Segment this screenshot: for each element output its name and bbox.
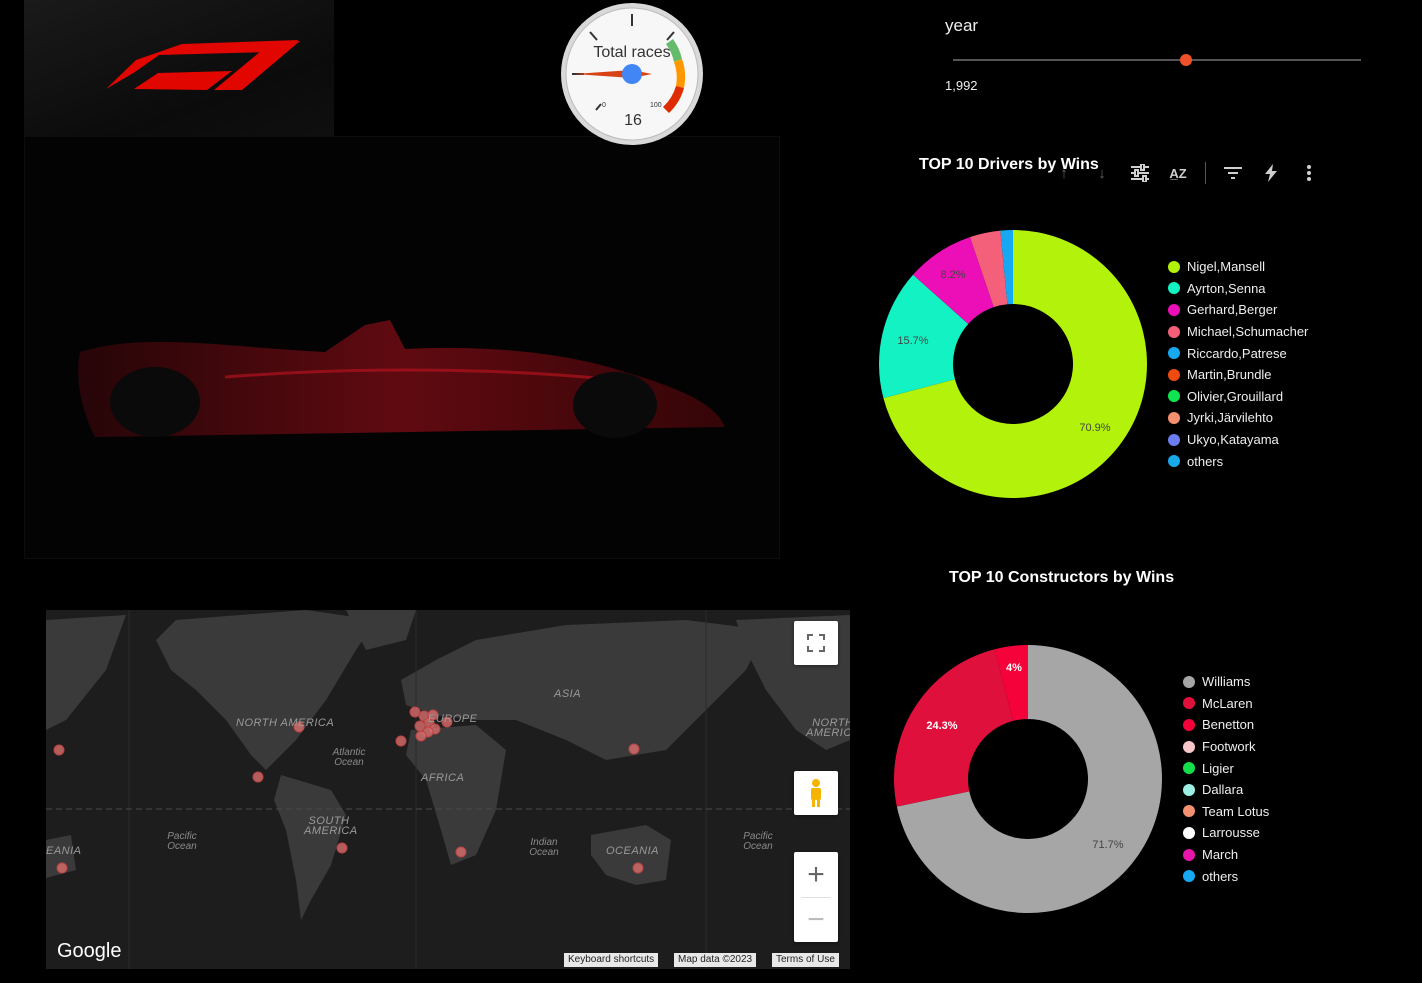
google-logo: Google (57, 940, 122, 962)
map-data-attribution: Map data ©2023 (674, 953, 757, 967)
gauge-value: 16 (624, 112, 642, 129)
legend-swatch (1168, 260, 1180, 273)
map-label: ASIA (554, 688, 582, 700)
gauge-label: Total races (593, 44, 670, 61)
legend-swatch (1168, 325, 1180, 338)
data-label: 70.9% (1079, 422, 1110, 434)
legend-item[interactable]: Footwork (1183, 736, 1269, 758)
map-label: AFRICA (421, 772, 465, 784)
filter-icon[interactable] (1214, 160, 1252, 186)
drivers-donut: 70.9% 15.7% 8.2% (879, 230, 1147, 498)
legend-swatch (1183, 740, 1195, 753)
race-locations-map[interactable]: NORTH AMERICA NORTH AMERICA SOUTH AMERIC… (46, 610, 850, 969)
year-slider-thumb[interactable] (1179, 54, 1192, 66)
toolbar-divider (1205, 162, 1206, 184)
legend-item[interactable]: March (1183, 844, 1269, 866)
arrow-up-icon[interactable]: ↑ (1045, 160, 1083, 186)
legend-swatch (1183, 848, 1195, 861)
more-vert-icon[interactable] (1290, 160, 1328, 186)
legend-swatch (1183, 762, 1195, 775)
data-label: 71.7% (1092, 839, 1123, 851)
data-label: 15.7% (897, 335, 928, 347)
race-car-silhouette (78, 320, 725, 438)
keyboard-shortcuts-link[interactable]: Keyboard shortcuts (564, 953, 659, 967)
legend-swatch (1168, 433, 1180, 446)
sort-az-icon[interactable]: A̲Z (1159, 160, 1197, 186)
constructors-chart-title: TOP 10 Constructors by Wins (949, 569, 1175, 586)
legend-item[interactable]: Ayrton,Senna (1168, 278, 1308, 300)
constructors-donut: 71.7% 24.3% 4% (894, 645, 1162, 913)
legend-item[interactable]: Ligier (1183, 757, 1269, 779)
pegman-icon (811, 779, 821, 807)
constructors-legend: Williams McLaren Benetton Footwork Ligie… (1183, 671, 1269, 887)
bolt-icon[interactable] (1252, 160, 1290, 186)
legend-item[interactable]: Team Lotus (1183, 801, 1269, 823)
legend-swatch (1168, 368, 1180, 381)
tune-icon[interactable] (1121, 160, 1159, 186)
legend-item[interactable]: Larrousse (1183, 822, 1269, 844)
fullscreen-button[interactable] (794, 621, 838, 665)
year-slider-label: year (945, 16, 979, 35)
map-label: EUROPE (428, 713, 478, 725)
legend-swatch (1183, 697, 1195, 710)
legend-item[interactable]: McLaren (1183, 693, 1269, 715)
legend-swatch (1183, 870, 1195, 883)
legend-item[interactable]: Gerhard,Berger (1168, 299, 1308, 321)
legend-swatch (1168, 390, 1180, 403)
chart-toolbar: ↑ ↓ A̲Z (1045, 160, 1328, 186)
data-label: 24.3% (926, 720, 957, 732)
data-label: 8.2% (940, 269, 965, 281)
hero-car-image (24, 136, 780, 559)
svg-text:0: 0 (602, 102, 606, 109)
legend-item[interactable]: Dallara (1183, 779, 1269, 801)
legend-item[interactable]: Ukyo,Katayama (1168, 429, 1308, 451)
zoom-out-icon[interactable]: − (794, 898, 838, 942)
legend-swatch (1168, 411, 1180, 424)
drivers-legend: Nigel,Mansell Ayrton,Senna Gerhard,Berge… (1168, 256, 1308, 472)
legend-swatch (1168, 282, 1180, 295)
legend-item[interactable]: others (1183, 865, 1269, 887)
terms-of-use-link[interactable]: Terms of Use (772, 953, 839, 967)
legend-item[interactable]: Martin,Brundle (1168, 364, 1308, 386)
map-label: SOUTH AMERICA (304, 815, 358, 837)
legend-swatch (1183, 805, 1195, 818)
legend-item[interactable]: Nigel,Mansell (1168, 256, 1308, 278)
year-slider-track[interactable] (953, 59, 1361, 61)
legend-item[interactable]: Riccardo,Patrese (1168, 342, 1308, 364)
map-label: Atlantic Ocean (332, 747, 366, 768)
map-label: Pacific Ocean (743, 831, 773, 852)
legend-swatch (1183, 675, 1195, 688)
legend-swatch (1168, 347, 1180, 360)
legend-swatch (1183, 718, 1195, 731)
total-races-gauge: Total races 0 100 16 (556, 0, 708, 148)
svg-text:100: 100 (650, 102, 662, 109)
map-label: EANIA (46, 845, 82, 857)
zoom-in-icon[interactable]: + (794, 853, 838, 897)
legend-item[interactable]: others (1168, 450, 1308, 472)
legend-item[interactable]: Benetton (1183, 714, 1269, 736)
legend-item[interactable]: Jyrki,Järvilehto (1168, 407, 1308, 429)
legend-swatch (1168, 455, 1180, 468)
world-map (46, 610, 850, 969)
legend-item[interactable]: Olivier,Grouillard (1168, 386, 1308, 408)
year-slider-value: 1,992 (945, 78, 978, 93)
map-label: Pacific Ocean (167, 831, 197, 852)
map-label: NORTH AMERICA (236, 717, 335, 729)
map-label: Indian Ocean (529, 837, 559, 858)
legend-swatch (1183, 826, 1195, 839)
legend-item[interactable]: Michael,Schumacher (1168, 321, 1308, 343)
legend-swatch (1183, 783, 1195, 796)
legend-swatch (1168, 303, 1180, 316)
data-label: 4% (1006, 662, 1022, 674)
map-label: NORTH AMERICA (806, 717, 850, 739)
street-view-button[interactable] (794, 771, 838, 815)
fullscreen-icon (807, 634, 825, 652)
zoom-controls: + − (794, 852, 838, 942)
legend-item[interactable]: Williams (1183, 671, 1269, 693)
map-label: OCEANIA (606, 845, 660, 857)
arrow-down-icon[interactable]: ↓ (1083, 160, 1121, 186)
